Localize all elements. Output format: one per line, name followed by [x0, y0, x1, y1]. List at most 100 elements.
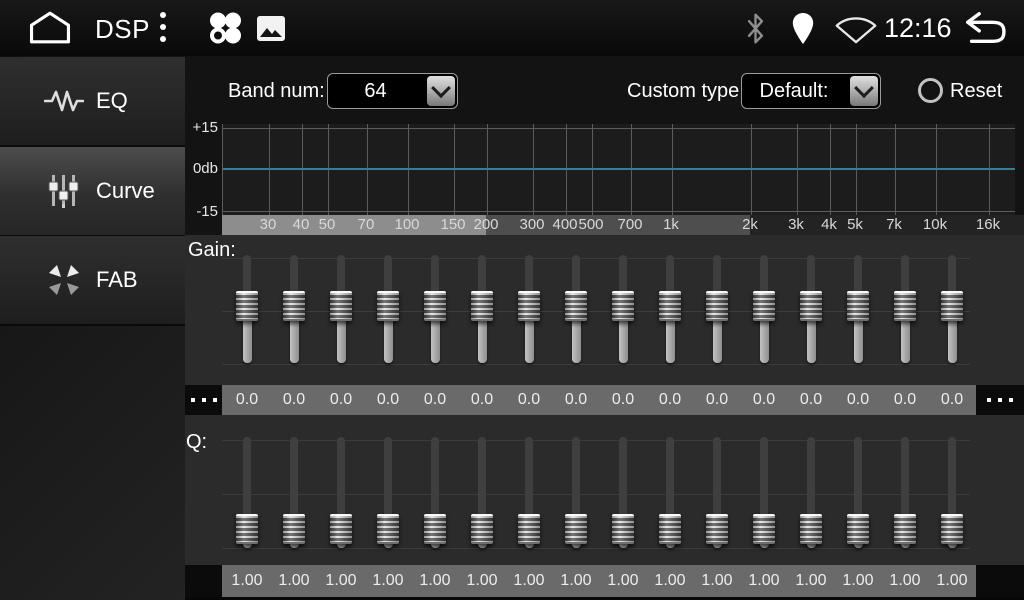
gain-slider-15[interactable]	[893, 255, 917, 363]
slider-thumb[interactable]	[753, 291, 775, 321]
slider-thumb[interactable]	[330, 514, 352, 544]
gain-slider-3[interactable]	[329, 255, 353, 363]
frequency-axis: 304050701001502003004005007001k2k3k4k5k7…	[222, 215, 1024, 235]
q-slider-7[interactable]	[517, 437, 541, 548]
sidebar-item-eq[interactable]: EQ	[0, 57, 185, 147]
slider-thumb[interactable]	[330, 291, 352, 321]
gain-slider-5[interactable]	[423, 255, 447, 363]
slider-thumb[interactable]	[659, 514, 681, 544]
q-slider-13[interactable]	[799, 437, 823, 548]
slider-thumb[interactable]	[706, 291, 728, 321]
gain-slider-12[interactable]	[752, 255, 776, 363]
q-value: 1.00	[506, 565, 552, 597]
slider-gridline	[222, 364, 970, 365]
y-axis-label-minus15: -15	[184, 203, 218, 220]
y-axis-label-plus15: +15	[184, 119, 218, 136]
slider-thumb[interactable]	[565, 514, 587, 544]
slider-thumb[interactable]	[236, 291, 258, 321]
slider-thumb[interactable]	[283, 514, 305, 544]
q-slider-11[interactable]	[705, 437, 729, 548]
slider-thumb[interactable]	[659, 291, 681, 321]
gain-scroll-right-button[interactable]	[976, 385, 1024, 415]
q-slider-6[interactable]	[470, 437, 494, 548]
gain-slider-16[interactable]	[940, 255, 964, 363]
q-slider-14[interactable]	[846, 437, 870, 548]
gain-value: 0.0	[271, 385, 317, 415]
reset-radio[interactable]	[918, 78, 943, 103]
gain-slider-8[interactable]	[564, 255, 588, 363]
slider-thumb[interactable]	[283, 291, 305, 321]
gain-scroll-left-button[interactable]	[185, 385, 222, 415]
overflow-menu-icon[interactable]	[160, 12, 166, 42]
freq-tick-label: 100	[385, 215, 429, 235]
q-slider-15[interactable]	[893, 437, 917, 548]
slider-thumb[interactable]	[753, 514, 775, 544]
slider-thumb[interactable]	[706, 514, 728, 544]
band-num-select[interactable]: 64	[327, 73, 458, 109]
slider-thumb[interactable]	[894, 291, 916, 321]
back-icon[interactable]	[956, 9, 1010, 47]
slider-thumb[interactable]	[377, 291, 399, 321]
q-slider-3[interactable]	[329, 437, 353, 548]
gain-slider-14[interactable]	[846, 255, 870, 363]
gain-slider-9[interactable]	[611, 255, 635, 363]
freq-tick-label: 70	[344, 215, 388, 235]
slider-thumb[interactable]	[471, 514, 493, 544]
q-slider-2[interactable]	[282, 437, 306, 548]
reset-label[interactable]: Reset	[950, 80, 1002, 103]
ellipsis-dots-icon	[987, 398, 1013, 402]
slider-thumb[interactable]	[377, 514, 399, 544]
sidebar-item-curve[interactable]: Curve	[0, 147, 185, 237]
gain-slider-13[interactable]	[799, 255, 823, 363]
q-slider-10[interactable]	[658, 437, 682, 548]
slider-thumb[interactable]	[800, 291, 822, 321]
slider-thumb[interactable]	[424, 514, 446, 544]
gain-slider-7[interactable]	[517, 255, 541, 363]
q-slider-16[interactable]	[940, 437, 964, 548]
slider-thumb[interactable]	[847, 514, 869, 544]
slider-thumb[interactable]	[518, 291, 540, 321]
gain-slider-4[interactable]	[376, 255, 400, 363]
gallery-icon[interactable]	[257, 16, 285, 41]
gain-slider-1[interactable]	[235, 255, 259, 363]
gain-slider-10[interactable]	[658, 255, 682, 363]
slider-thumb[interactable]	[424, 291, 446, 321]
y-axis-label-0db: 0db	[184, 160, 218, 177]
sidebar: EQ Curve	[0, 56, 185, 600]
slider-thumb[interactable]	[236, 514, 258, 544]
gain-value: 0.0	[788, 385, 834, 415]
q-slider-1[interactable]	[235, 437, 259, 548]
bluetooth-icon	[744, 12, 767, 45]
slider-thumb[interactable]	[518, 514, 540, 544]
gain-slider-2[interactable]	[282, 255, 306, 363]
chevron-down-icon[interactable]	[427, 76, 455, 106]
home-icon[interactable]	[26, 10, 74, 46]
slider-thumb[interactable]	[800, 514, 822, 544]
q-slider-4[interactable]	[376, 437, 400, 548]
slider-thumb[interactable]	[847, 291, 869, 321]
gain-slider-6[interactable]	[470, 255, 494, 363]
custom-type-select[interactable]: Default:	[741, 73, 881, 109]
dsp-screen: DSP	[0, 0, 1024, 600]
slider-thumb[interactable]	[941, 514, 963, 544]
q-slider-8[interactable]	[564, 437, 588, 548]
q-scroll-left-button[interactable]	[185, 565, 222, 597]
slider-thumb[interactable]	[612, 291, 634, 321]
slider-thumb[interactable]	[612, 514, 634, 544]
chevron-down-icon[interactable]	[850, 76, 878, 106]
q-value: 1.00	[929, 565, 975, 597]
gain-slider-11[interactable]	[705, 255, 729, 363]
band-num-value: 64	[328, 74, 423, 108]
sidebar-item-label: EQ	[96, 88, 128, 114]
slider-thumb[interactable]	[941, 291, 963, 321]
slider-thumb[interactable]	[565, 291, 587, 321]
q-scroll-right-button[interactable]	[976, 565, 1024, 597]
q-slider-5[interactable]	[423, 437, 447, 548]
q-slider-12[interactable]	[752, 437, 776, 548]
sidebar-item-fab[interactable]: FAB	[0, 236, 185, 326]
apps-clover-icon[interactable]	[203, 11, 247, 45]
slider-thumb[interactable]	[471, 291, 493, 321]
slider-thumb[interactable]	[894, 514, 916, 544]
q-value: 1.00	[271, 565, 317, 597]
q-slider-9[interactable]	[611, 437, 635, 548]
